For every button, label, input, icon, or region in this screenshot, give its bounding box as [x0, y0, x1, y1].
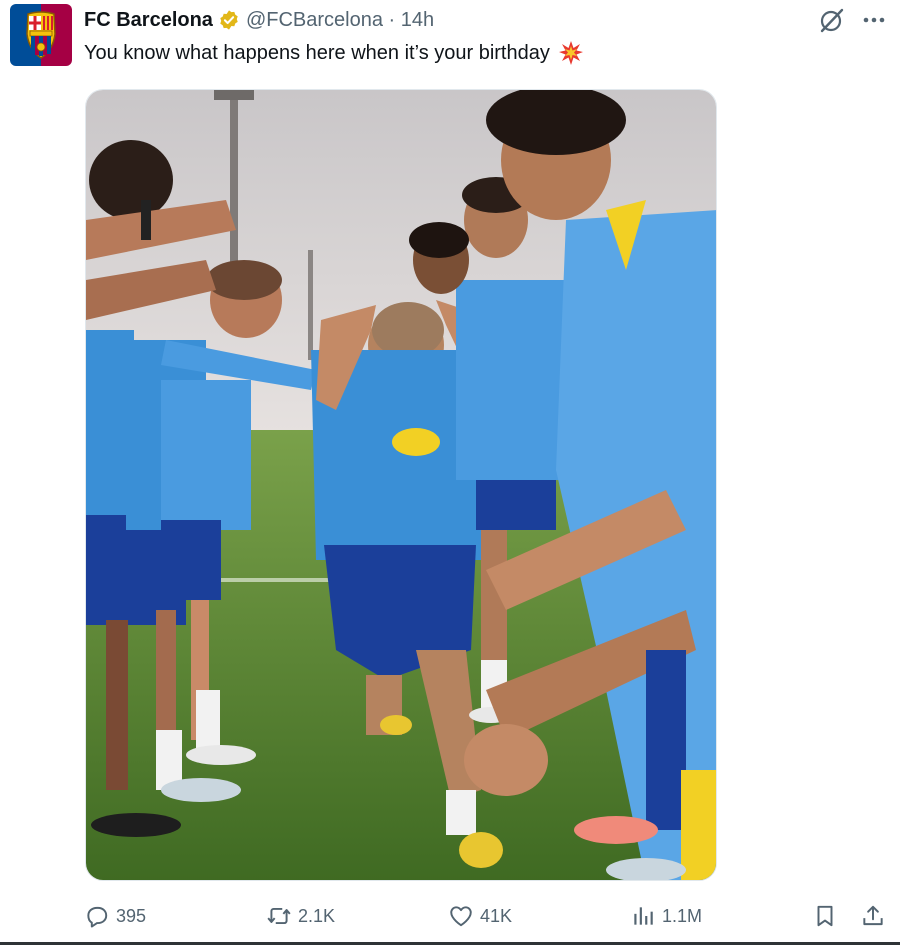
repost-icon — [267, 907, 291, 925]
bookmark-icon — [817, 905, 833, 927]
bookmark-button[interactable] — [812, 896, 844, 936]
birthday-tunnel-photo — [86, 90, 716, 880]
meta-separator: · — [388, 8, 396, 31]
heart-icon — [450, 906, 472, 927]
display-name[interactable]: FC Barcelona — [84, 9, 213, 32]
avatar[interactable] — [10, 4, 72, 66]
views-count: 1.1M — [662, 905, 703, 926]
views-icon — [634, 907, 653, 925]
post-meta: @FCBarcelona · 14h — [246, 9, 434, 32]
action-bar: 395 2.1K 41K 1.1M — [0, 896, 900, 936]
share-button[interactable] — [860, 896, 892, 936]
grok-icon[interactable] — [818, 6, 846, 34]
collision-icon — [558, 41, 583, 65]
like-count: 41K — [480, 905, 513, 926]
reply-count: 395 — [116, 905, 147, 926]
like-button[interactable]: 41K — [448, 896, 512, 936]
verified-badge-icon[interactable] — [218, 9, 240, 31]
barcelona-crest-icon — [10, 4, 72, 66]
reply-icon — [87, 906, 108, 928]
post-header: FC Barcelona @FCBarcelona · 14h — [84, 6, 434, 34]
post-time[interactable]: 14h — [401, 9, 434, 31]
post-text-row: You know what happens here when it’s you… — [84, 40, 584, 66]
handle[interactable]: @FCBarcelona — [246, 9, 383, 31]
views-button[interactable]: 1.1M — [630, 896, 702, 936]
post-media[interactable] — [85, 89, 717, 881]
more-icon[interactable] — [860, 8, 888, 32]
share-icon — [863, 905, 883, 926]
repost-count: 2.1K — [298, 905, 336, 926]
reply-button[interactable]: 395 — [84, 896, 146, 936]
post-text: You know what happens here when it’s you… — [84, 41, 550, 64]
repost-button[interactable]: 2.1K — [266, 896, 335, 936]
